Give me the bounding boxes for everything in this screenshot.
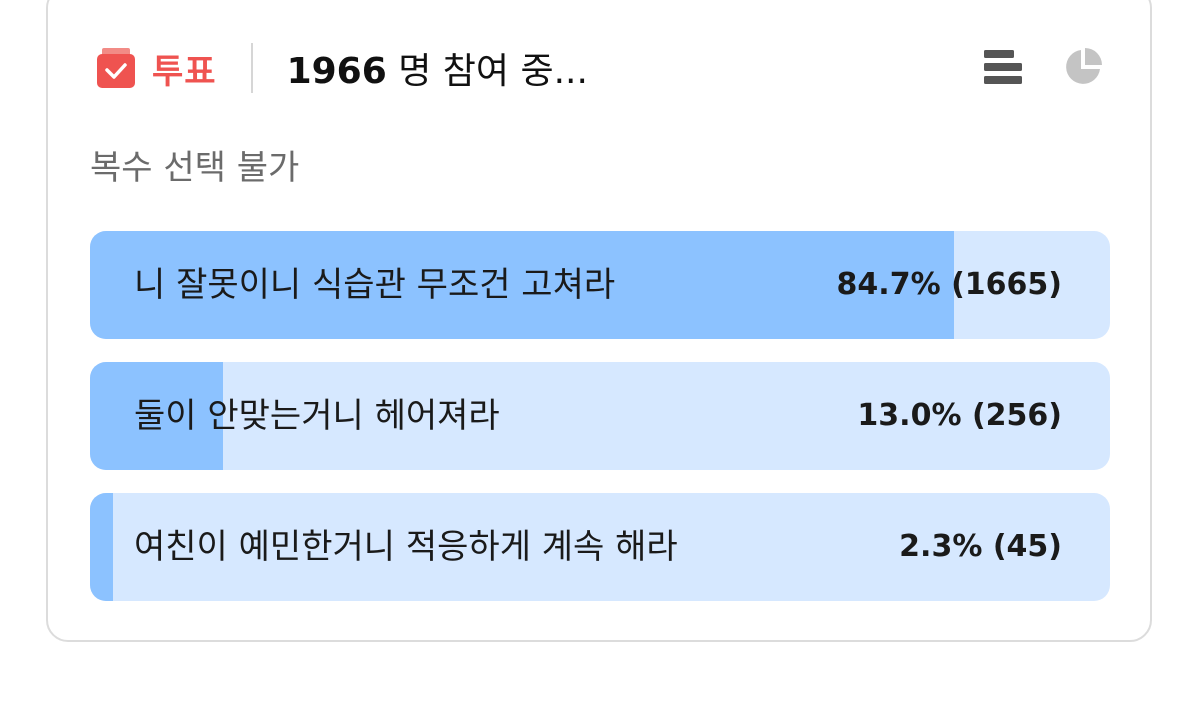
poll-option[interactable]: 니 잘못이니 식습관 무조건 고쳐라 84.7% (1665) <box>90 231 1110 339</box>
participant-number: 1966 <box>286 51 387 92</box>
poll-header: 투표 1966 명 참여 중... <box>96 40 588 96</box>
poll-option[interactable]: 여친이 예민한거니 적응하게 계속 해라 2.3% (45) <box>90 493 1110 601</box>
option-result: 2.3% (45) <box>899 529 1062 564</box>
ballot-box-icon <box>96 46 136 90</box>
option-label: 니 잘못이니 식습관 무조건 고쳐라 <box>134 265 616 305</box>
participant-count: 1966 명 참여 중... <box>287 42 588 94</box>
option-result: 84.7% (1665) <box>836 267 1062 302</box>
header-divider <box>250 43 253 93</box>
participant-suffix: 명 참여 중... <box>398 51 588 92</box>
option-label: 여친이 예민한거니 적응하게 계속 해라 <box>134 527 678 567</box>
result-bar <box>90 493 114 601</box>
poll-option[interactable]: 둘이 안맞는거니 헤어져라 13.0% (256) <box>90 362 1110 470</box>
poll-rule: 복수 선택 불가 <box>90 148 300 188</box>
pie-chart-icon[interactable] <box>1062 46 1104 88</box>
view-toggle <box>982 46 1104 88</box>
vote-label: 투표 <box>152 51 217 92</box>
bar-list-icon[interactable] <box>982 46 1024 88</box>
option-label: 둘이 안맞는거니 헤어져라 <box>134 396 500 436</box>
option-result: 13.0% (256) <box>857 398 1062 433</box>
